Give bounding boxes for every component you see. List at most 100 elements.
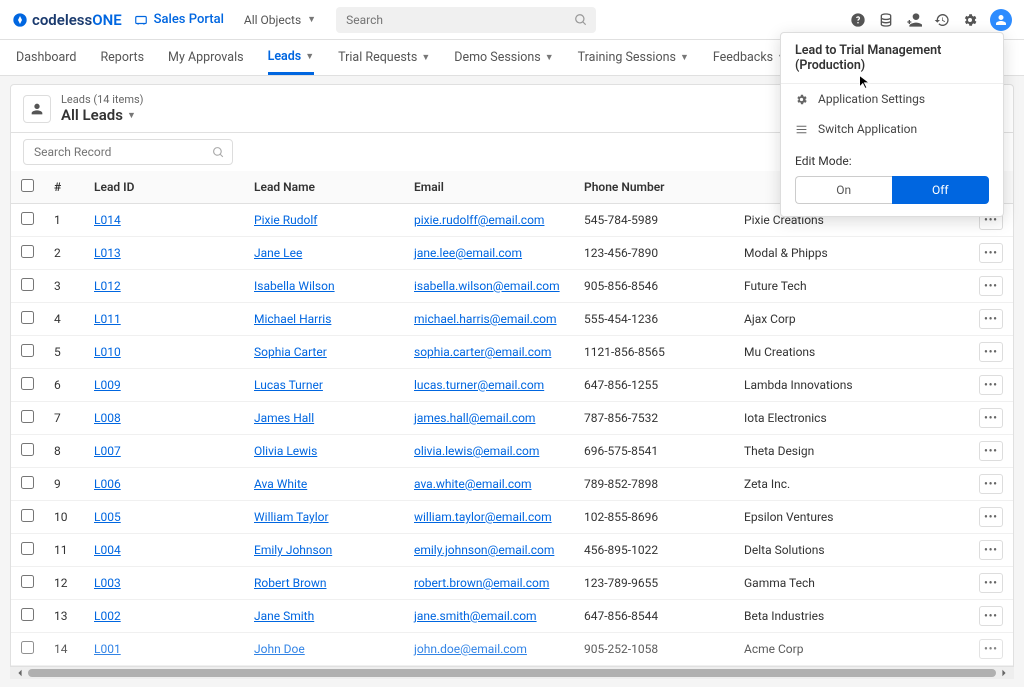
row-checkbox[interactable]	[21, 641, 34, 654]
lead-id-link[interactable]: L006	[94, 477, 121, 491]
portal-selector[interactable]: Sales Portal	[134, 12, 224, 27]
row-checkbox[interactable]	[21, 311, 34, 324]
lead-id-link[interactable]: L005	[94, 510, 121, 524]
lead-email-link[interactable]: isabella.wilson@email.com	[414, 279, 560, 293]
scrollbar-thumb[interactable]	[28, 669, 996, 677]
lead-name-link[interactable]: James Hall	[254, 411, 314, 425]
global-search-input[interactable]	[336, 7, 596, 33]
row-checkbox[interactable]	[21, 443, 34, 456]
tab-myapprovals[interactable]: My Approvals	[168, 40, 244, 75]
lead-name-link[interactable]: Robert Brown	[254, 576, 327, 590]
lead-name-link[interactable]: Pixie Rudolf	[254, 213, 317, 227]
lead-name-link[interactable]: Michael Harris	[254, 312, 331, 326]
lead-id-link[interactable]: L012	[94, 279, 121, 293]
lead-name-link[interactable]: Sophia Carter	[254, 345, 327, 359]
lead-name-link[interactable]: Jane Lee	[254, 246, 302, 260]
lead-id-link[interactable]: L001	[94, 642, 121, 656]
row-checkbox[interactable]	[21, 245, 34, 258]
scroll-right-icon[interactable]	[1000, 669, 1008, 677]
row-actions-button[interactable]: •••	[979, 243, 1003, 263]
lead-email-link[interactable]: john.doe@email.com	[414, 642, 527, 656]
row-checkbox[interactable]	[21, 575, 34, 588]
lead-name-link[interactable]: Ava White	[254, 477, 307, 491]
object-selector[interactable]: All Objects ▼	[236, 13, 324, 27]
row-checkbox[interactable]	[21, 377, 34, 390]
lead-id-link[interactable]: L009	[94, 378, 121, 392]
tab-dashboard[interactable]: Dashboard	[16, 40, 76, 75]
lead-id-link[interactable]: L010	[94, 345, 121, 359]
row-actions-button[interactable]: •••	[979, 441, 1003, 461]
help-icon[interactable]	[850, 12, 866, 28]
col-lead-name[interactable]: Lead Name	[244, 171, 404, 204]
lead-email-link[interactable]: olivia.lewis@email.com	[414, 444, 539, 458]
row-actions-button[interactable]: •••	[979, 540, 1003, 560]
user-add-icon[interactable]	[906, 12, 922, 28]
row-actions-button[interactable]: •••	[979, 573, 1003, 593]
tab-demosessions[interactable]: Demo Sessions ▼	[454, 40, 553, 75]
lead-email-link[interactable]: ava.white@email.com	[414, 477, 532, 491]
gear-icon[interactable]	[962, 12, 978, 28]
horizontal-scrollbar[interactable]	[10, 667, 1014, 679]
lead-email-link[interactable]: sophia.carter@email.com	[414, 345, 551, 359]
tab-trainingsessions[interactable]: Training Sessions ▼	[578, 40, 689, 75]
row-actions-button[interactable]: •••	[979, 474, 1003, 494]
tab-reports[interactable]: Reports	[100, 40, 144, 75]
edit-mode-on[interactable]: On	[795, 176, 892, 204]
row-actions-button[interactable]: •••	[979, 606, 1003, 626]
row-checkbox[interactable]	[21, 476, 34, 489]
lead-name-link[interactable]: Jane Smith	[254, 609, 314, 623]
user-avatar[interactable]	[990, 9, 1012, 31]
row-checkbox[interactable]	[21, 608, 34, 621]
lead-id-link[interactable]: L003	[94, 576, 121, 590]
row-checkbox[interactable]	[21, 410, 34, 423]
row-checkbox[interactable]	[21, 278, 34, 291]
lead-id-link[interactable]: L008	[94, 411, 121, 425]
row-actions-button[interactable]: •••	[979, 639, 1003, 659]
brand-logo[interactable]: codelessONE	[12, 11, 122, 29]
lead-email-link[interactable]: pixie.rudolff@email.com	[414, 213, 544, 227]
lead-email-link[interactable]: jane.smith@email.com	[414, 609, 537, 623]
row-actions-button[interactable]: •••	[979, 342, 1003, 362]
lead-id-link[interactable]: L002	[94, 609, 121, 623]
tab-leads[interactable]: Leads ▼	[268, 40, 315, 75]
row-actions-button[interactable]: •••	[979, 276, 1003, 296]
lead-id-link[interactable]: L011	[94, 312, 121, 326]
lead-email-link[interactable]: william.taylor@email.com	[414, 510, 552, 524]
col-phone[interactable]: Phone Number	[574, 171, 734, 204]
lead-name-link[interactable]: William Taylor	[254, 510, 329, 524]
row-actions-button[interactable]: •••	[979, 309, 1003, 329]
search-record-input[interactable]	[23, 139, 233, 165]
lead-id-link[interactable]: L013	[94, 246, 121, 260]
row-checkbox[interactable]	[21, 509, 34, 522]
tab-trialrequests[interactable]: Trial Requests ▼	[338, 40, 430, 75]
row-actions-button[interactable]: •••	[979, 507, 1003, 527]
lead-name-link[interactable]: Isabella Wilson	[254, 279, 335, 293]
lead-name-link[interactable]: Olivia Lewis	[254, 444, 317, 458]
page-title[interactable]: All Leads ▼	[61, 106, 143, 124]
app-settings-item[interactable]: Application Settings	[781, 84, 1003, 114]
col-lead-id[interactable]: Lead ID	[84, 171, 244, 204]
lead-id-link[interactable]: L007	[94, 444, 121, 458]
tab-feedbacks[interactable]: Feedbacks ▼	[713, 40, 786, 75]
col-number[interactable]: #	[44, 171, 84, 204]
lead-email-link[interactable]: jane.lee@email.com	[414, 246, 522, 260]
edit-mode-off[interactable]: Off	[892, 176, 990, 204]
lead-email-link[interactable]: robert.brown@email.com	[414, 576, 549, 590]
lead-name-link[interactable]: John Doe	[254, 642, 305, 656]
lead-email-link[interactable]: michael.harris@email.com	[414, 312, 557, 326]
row-actions-button[interactable]: •••	[979, 408, 1003, 428]
lead-name-link[interactable]: Lucas Turner	[254, 378, 323, 392]
history-icon[interactable]	[934, 12, 950, 28]
scroll-left-icon[interactable]	[16, 669, 24, 677]
lead-name-link[interactable]: Emily Johnson	[254, 543, 332, 557]
select-all-checkbox[interactable]	[21, 179, 34, 192]
row-checkbox[interactable]	[21, 542, 34, 555]
lead-id-link[interactable]: L004	[94, 543, 121, 557]
lead-email-link[interactable]: james.hall@email.com	[414, 411, 535, 425]
database-icon[interactable]	[878, 12, 894, 28]
switch-app-item[interactable]: Switch Application	[781, 114, 1003, 144]
lead-email-link[interactable]: lucas.turner@email.com	[414, 378, 544, 392]
row-actions-button[interactable]: •••	[979, 375, 1003, 395]
col-email[interactable]: Email	[404, 171, 574, 204]
row-checkbox[interactable]	[21, 212, 34, 225]
